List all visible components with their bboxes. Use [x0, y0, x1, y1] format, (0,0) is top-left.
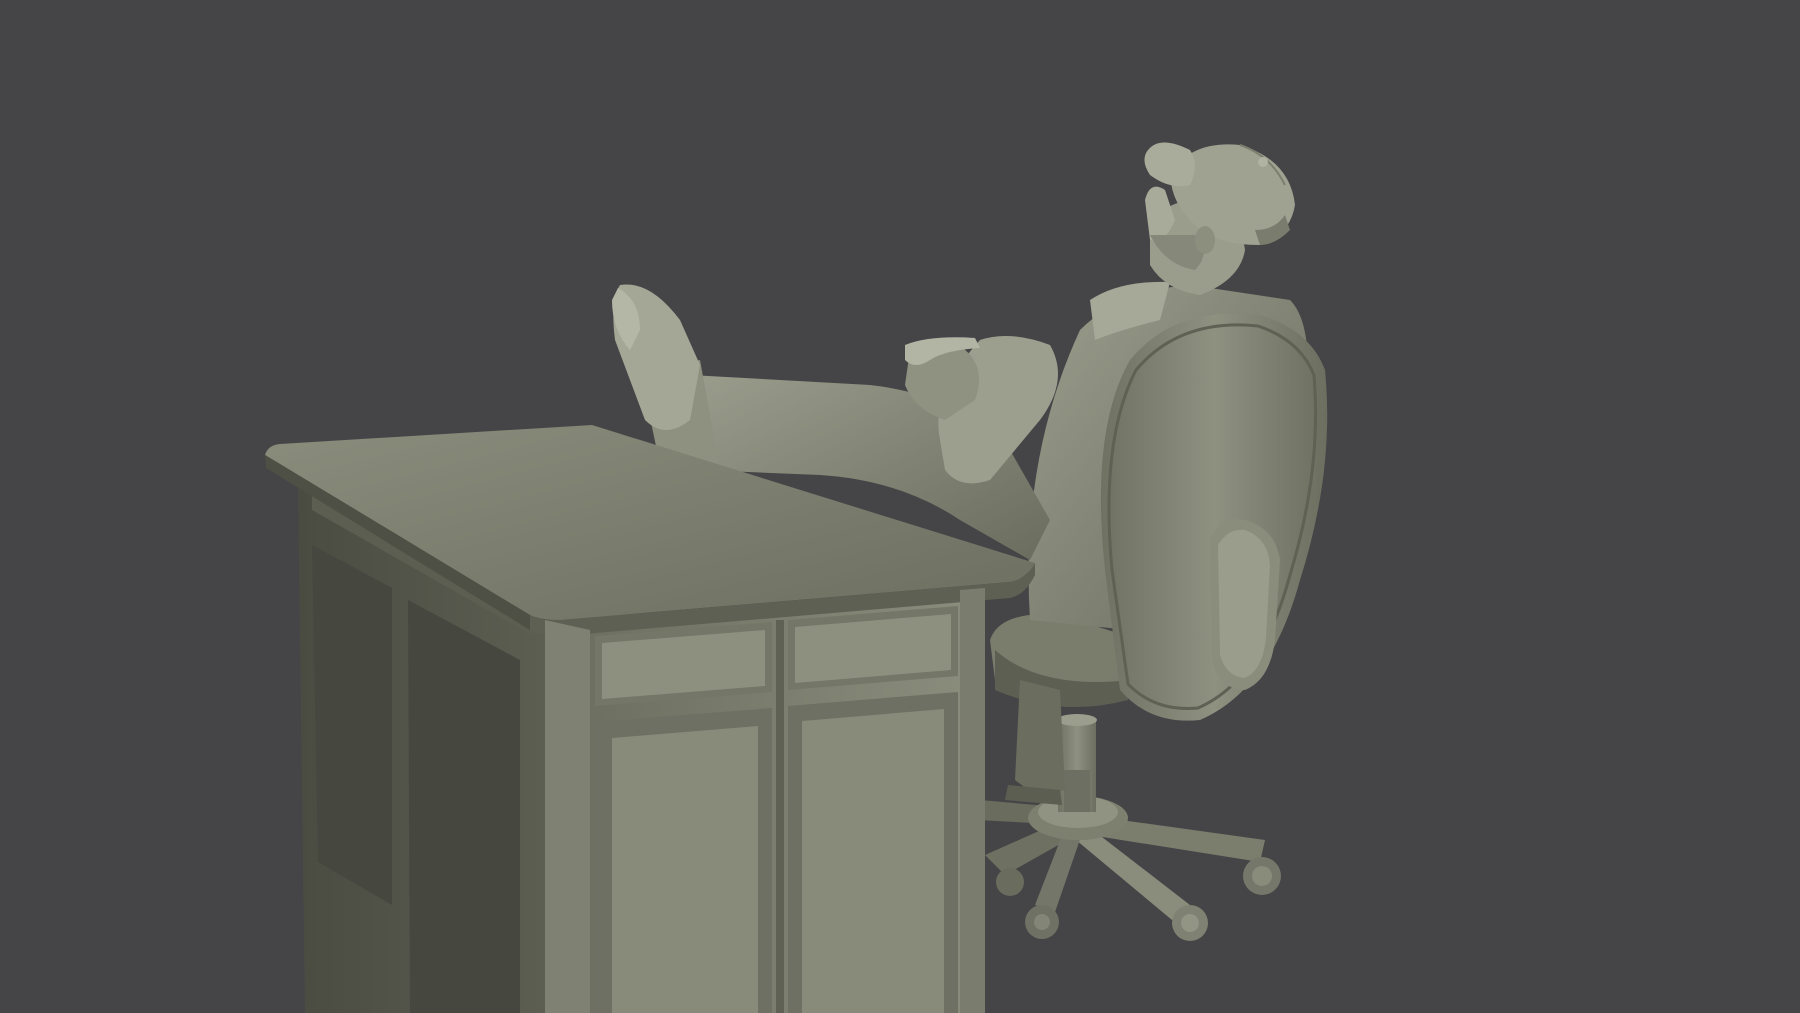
desk [265, 425, 1035, 1013]
3d-viewport[interactable] [0, 0, 1800, 1013]
sculpt-render [265, 142, 1328, 1013]
chair-back [1100, 313, 1328, 721]
